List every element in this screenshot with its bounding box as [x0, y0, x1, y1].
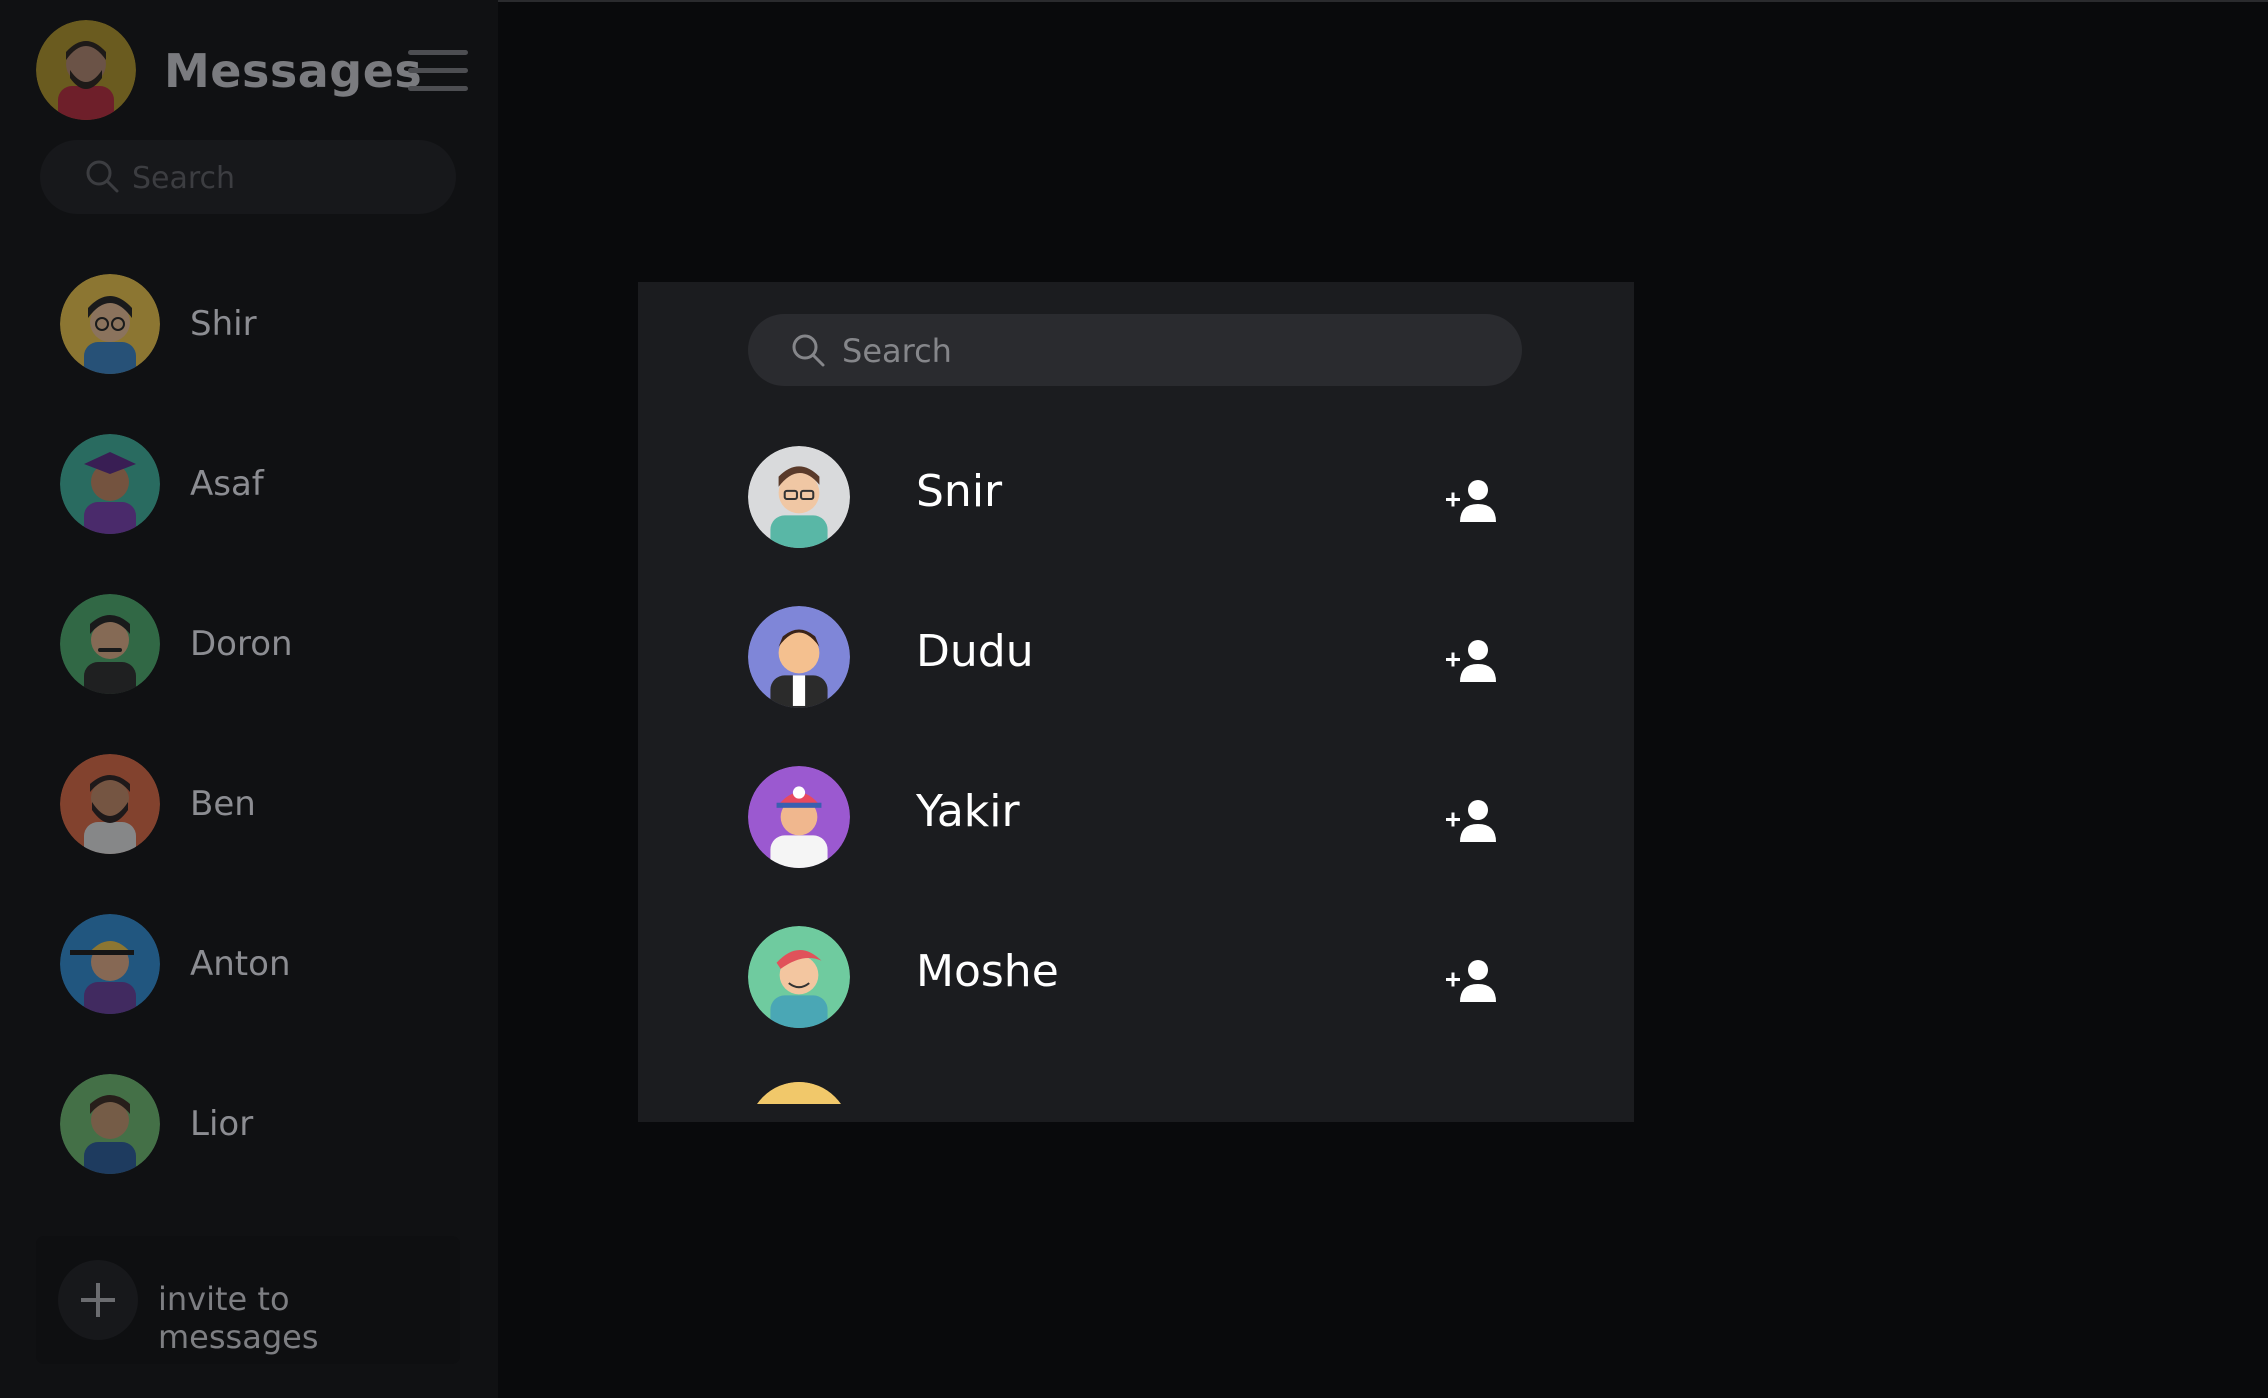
avatar	[60, 594, 160, 694]
search-icon	[86, 160, 119, 193]
avatar	[748, 446, 850, 548]
search-icon	[792, 334, 825, 367]
user-name: Snir	[916, 466, 1003, 517]
invite-button[interactable]: invite to messages	[36, 1236, 460, 1364]
contact-item-asaf[interactable]: Asaf	[60, 434, 460, 534]
page-title: Messages	[164, 44, 423, 98]
sidebar-search-input[interactable]	[130, 140, 434, 216]
contact-name: Ben	[190, 784, 256, 824]
menu-icon[interactable]	[408, 50, 468, 92]
avatar	[60, 434, 160, 534]
contact-name: Anton	[190, 944, 291, 984]
contact-name: Shir	[190, 304, 257, 344]
contact-item-anton[interactable]: Anton	[60, 914, 460, 1014]
add-user-icon[interactable]	[1444, 476, 1500, 524]
list-scroll-clip	[638, 1104, 1634, 1122]
add-user-modal: Snir Dudu	[638, 282, 1634, 1122]
user-name: Yakir	[916, 786, 1020, 837]
list-item-dudu: Dudu	[748, 606, 1538, 710]
sidebar: Messages Shir	[0, 0, 498, 1398]
avatar	[60, 274, 160, 374]
avatar	[60, 754, 160, 854]
list-item-snir: Snir	[748, 446, 1538, 550]
modal-search[interactable]	[748, 314, 1522, 388]
user-name: Moshe	[916, 946, 1059, 997]
plus-icon	[58, 1260, 138, 1340]
add-user-icon[interactable]	[1444, 796, 1500, 844]
avatar	[748, 766, 850, 868]
contact-name: Doron	[190, 624, 293, 664]
list-item-moshe: Moshe	[748, 926, 1538, 1030]
add-user-icon[interactable]	[1444, 956, 1500, 1004]
avatar	[748, 926, 850, 1028]
contact-item-doron[interactable]: Doron	[60, 594, 460, 694]
add-user-icon[interactable]	[1444, 636, 1500, 684]
avatar	[60, 914, 160, 1014]
avatar	[748, 606, 850, 708]
contact-item-lior[interactable]: Lior	[60, 1074, 460, 1174]
current-user-avatar[interactable]	[36, 20, 136, 120]
avatar	[60, 1074, 160, 1174]
contact-item-ben[interactable]: Ben	[60, 754, 460, 854]
user-name: Dudu	[916, 626, 1034, 677]
contact-name: Asaf	[190, 464, 264, 504]
invite-label: invite to messages	[158, 1280, 319, 1356]
contact-name: Lior	[190, 1104, 254, 1144]
sidebar-search[interactable]	[40, 140, 456, 216]
modal-search-input[interactable]	[840, 314, 1504, 388]
sidebar-header: Messages	[36, 20, 476, 124]
list-item-yakir: Yakir	[748, 766, 1538, 870]
contact-item-shir[interactable]: Shir	[60, 274, 460, 374]
